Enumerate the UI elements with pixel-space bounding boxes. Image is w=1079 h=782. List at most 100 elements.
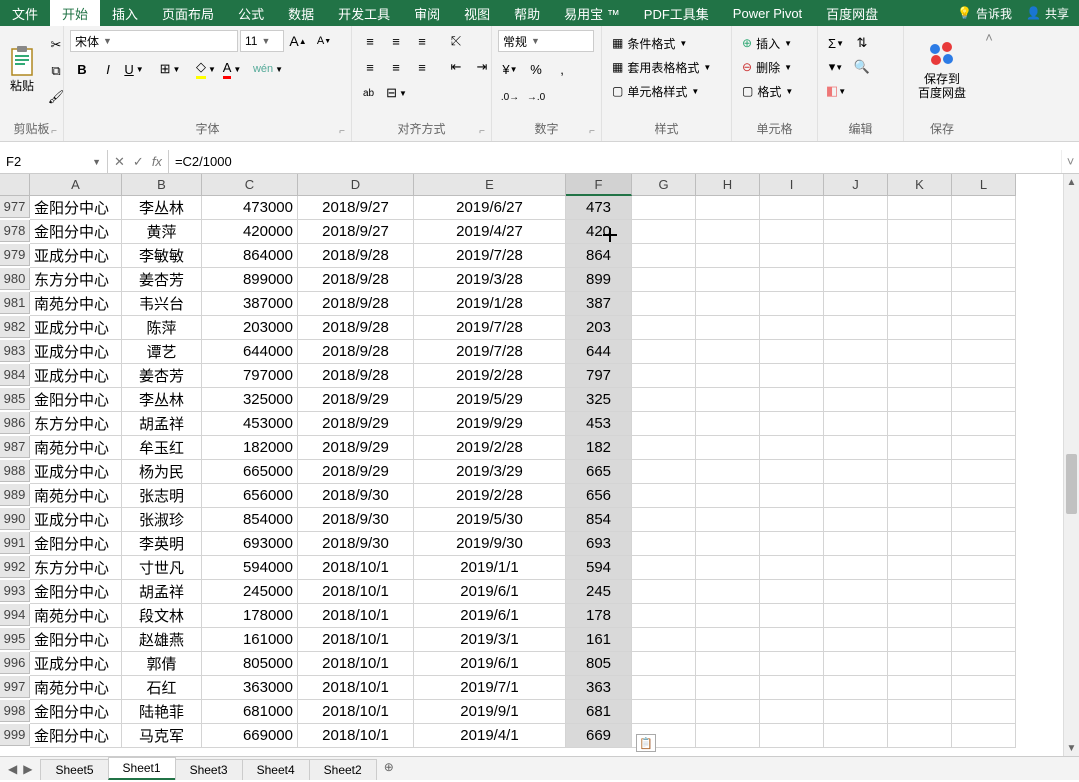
cell[interactable] — [760, 196, 824, 220]
cell[interactable]: 段文林 — [122, 604, 202, 628]
decrease-font-button[interactable]: A▼ — [312, 30, 336, 52]
cell[interactable] — [824, 412, 888, 436]
cell[interactable] — [952, 532, 1016, 556]
cell[interactable] — [824, 436, 888, 460]
cell[interactable] — [760, 316, 824, 340]
align-top-button[interactable]: ≡ — [358, 30, 382, 52]
row-header[interactable]: 977 — [0, 196, 30, 218]
cell[interactable]: 797 — [566, 364, 632, 388]
col-header-I[interactable]: I — [760, 174, 824, 196]
clipboard-launcher[interactable]: ⌐ — [51, 126, 57, 137]
cell[interactable]: 2018/9/27 — [298, 196, 414, 220]
share-button[interactable]: 👤 共享 — [1026, 5, 1069, 22]
cell[interactable] — [952, 268, 1016, 292]
cell[interactable] — [696, 364, 760, 388]
cell[interactable] — [760, 244, 824, 268]
cell[interactable] — [952, 484, 1016, 508]
cell[interactable] — [632, 676, 696, 700]
font-launcher[interactable]: ⌐ — [339, 126, 345, 137]
fx-button[interactable]: fx — [152, 154, 162, 169]
cell[interactable] — [632, 364, 696, 388]
cell[interactable] — [824, 508, 888, 532]
cell[interactable] — [760, 580, 824, 604]
cell[interactable] — [696, 676, 760, 700]
row-header[interactable]: 979 — [0, 244, 30, 266]
ribbon-tab-6[interactable]: 开发工具 — [326, 0, 402, 26]
cell[interactable] — [632, 220, 696, 244]
cell[interactable] — [888, 196, 952, 220]
cell[interactable]: 2018/9/29 — [298, 412, 414, 436]
cell[interactable]: 2019/1/1 — [414, 556, 566, 580]
cell[interactable]: 牟玉红 — [122, 436, 202, 460]
cell[interactable]: 2019/4/27 — [414, 220, 566, 244]
row-header[interactable]: 982 — [0, 316, 30, 338]
underline-button[interactable]: U▼ — [122, 58, 146, 80]
cell[interactable]: 656000 — [202, 484, 298, 508]
cell[interactable]: 245000 — [202, 580, 298, 604]
cell[interactable]: 金阳分中心 — [30, 724, 122, 748]
cell[interactable] — [632, 580, 696, 604]
font-size-select[interactable]: 11▼ — [240, 30, 284, 52]
cell[interactable]: 2019/3/29 — [414, 460, 566, 484]
sheet-tab-Sheet2[interactable]: Sheet2 — [309, 759, 377, 780]
col-header-L[interactable]: L — [952, 174, 1016, 196]
sheet-tab-Sheet1[interactable]: Sheet1 — [108, 757, 176, 780]
col-header-J[interactable]: J — [824, 174, 888, 196]
cell-style-button[interactable]: ▢单元格样式▼ — [608, 80, 703, 102]
cell[interactable] — [888, 316, 952, 340]
cell[interactable]: 363 — [566, 676, 632, 700]
fill-button[interactable]: ▾▼ — [824, 56, 848, 78]
cell[interactable]: 2019/9/29 — [414, 412, 566, 436]
number-format-select[interactable]: 常规▼ — [498, 30, 594, 52]
cell[interactable] — [696, 436, 760, 460]
font-name-select[interactable]: 宋体▼ — [70, 30, 238, 52]
cell[interactable] — [824, 580, 888, 604]
cell[interactable] — [952, 244, 1016, 268]
cell[interactable] — [824, 196, 888, 220]
insert-cells-button[interactable]: ⊕插入▼ — [738, 32, 796, 54]
cell[interactable]: 2019/1/28 — [414, 292, 566, 316]
cell[interactable]: 325 — [566, 388, 632, 412]
row-header[interactable]: 997 — [0, 676, 30, 698]
row-header[interactable]: 989 — [0, 484, 30, 506]
merge-button[interactable]: ⊟▼ — [381, 82, 412, 104]
cell[interactable]: 681000 — [202, 700, 298, 724]
cell[interactable]: 178 — [566, 604, 632, 628]
cell[interactable] — [888, 268, 952, 292]
cell[interactable] — [952, 508, 1016, 532]
phonetic-button[interactable]: wén▼ — [256, 58, 280, 80]
cell[interactable] — [824, 220, 888, 244]
cell[interactable]: 2018/10/1 — [298, 556, 414, 580]
cell[interactable] — [760, 412, 824, 436]
cell[interactable] — [760, 436, 824, 460]
cell[interactable]: 363000 — [202, 676, 298, 700]
cell[interactable] — [696, 532, 760, 556]
ribbon-tab-11[interactable]: PDF工具集 — [632, 0, 721, 26]
row-header[interactable]: 999 — [0, 724, 30, 746]
cell[interactable]: 665 — [566, 460, 632, 484]
cell[interactable] — [888, 292, 952, 316]
cell[interactable]: 亚成分中心 — [30, 364, 122, 388]
cell[interactable] — [696, 628, 760, 652]
align-center-button[interactable]: ≡ — [384, 56, 408, 78]
cell[interactable]: 2019/2/28 — [414, 484, 566, 508]
cell[interactable] — [888, 364, 952, 388]
cell[interactable]: 854 — [566, 508, 632, 532]
cell[interactable]: 387 — [566, 292, 632, 316]
cell[interactable]: 594 — [566, 556, 632, 580]
cell[interactable] — [760, 628, 824, 652]
cell[interactable]: 2018/9/30 — [298, 508, 414, 532]
align-left-button[interactable]: ≡ — [358, 56, 382, 78]
cell[interactable] — [888, 700, 952, 724]
delete-cells-button[interactable]: ⊖删除▼ — [738, 56, 796, 78]
cell[interactable]: 胡孟祥 — [122, 580, 202, 604]
ribbon-tab-2[interactable]: 插入 — [100, 0, 150, 26]
row-header[interactable]: 983 — [0, 340, 30, 362]
cell[interactable] — [696, 724, 760, 748]
cell[interactable]: 797000 — [202, 364, 298, 388]
cell[interactable]: 178000 — [202, 604, 298, 628]
row-header[interactable]: 990 — [0, 508, 30, 530]
cell[interactable]: 594000 — [202, 556, 298, 580]
cell[interactable] — [888, 436, 952, 460]
cell[interactable] — [888, 340, 952, 364]
